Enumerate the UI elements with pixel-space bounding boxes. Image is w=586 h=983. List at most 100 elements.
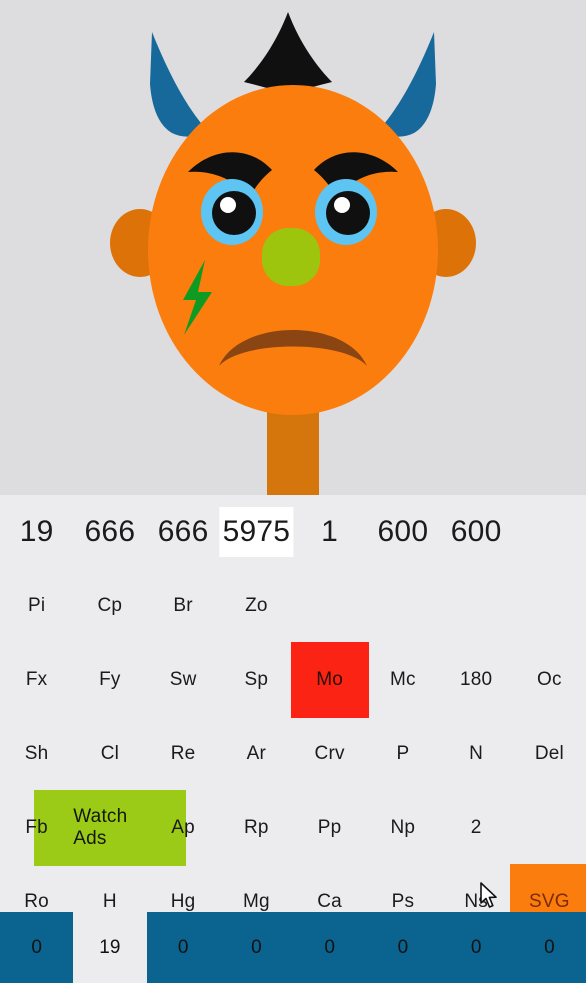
stat-cell-2[interactable]: 666 xyxy=(147,495,220,569)
monster-horn-right xyxy=(378,32,436,137)
counter-value-0: 0 xyxy=(31,936,42,958)
monster-center-horn-icon xyxy=(244,12,332,96)
key-label-h: H xyxy=(102,891,117,912)
counter-value-3: 0 xyxy=(251,936,262,958)
key-label-br: Br xyxy=(173,595,193,616)
key-label-ar: Ar xyxy=(246,743,267,764)
key-label-sp: Sp xyxy=(244,669,269,690)
key-np[interactable]: Np xyxy=(366,791,439,865)
key-2[interactable]: 2 xyxy=(440,791,513,865)
key-zo[interactable]: Zo xyxy=(220,569,293,643)
key-ap[interactable]: Ap xyxy=(147,791,220,865)
key-label-pp: Pp xyxy=(317,817,342,838)
key-label-mg: Mg xyxy=(242,891,270,912)
stat-label-0: 19 xyxy=(19,515,54,548)
stat-cell-score[interactable]: 5975 xyxy=(219,495,293,569)
key-empty-4-7 xyxy=(513,791,586,865)
key-label-pi: Pi xyxy=(27,595,46,616)
counter-cell-4[interactable]: 0 xyxy=(293,912,367,983)
key-label-np: Np xyxy=(390,817,416,838)
counter-cell-1[interactable]: 19 xyxy=(73,912,147,983)
key-label-n: N xyxy=(469,743,484,764)
key-label-cl: Cl xyxy=(100,743,120,764)
keypad-row-fb: Fb Watch Ads Ap Rp Pp Np 2 xyxy=(0,790,586,866)
key-label-re: Re xyxy=(170,743,196,764)
key-label-cp: Cp xyxy=(97,595,123,616)
key-label-180: 180 xyxy=(459,669,493,690)
counter-cell-5[interactable]: 0 xyxy=(366,912,440,983)
key-180[interactable]: 180 xyxy=(440,643,513,717)
key-ar[interactable]: Ar xyxy=(220,717,293,791)
key-cl[interactable]: Cl xyxy=(73,717,146,791)
stat-cell-0[interactable]: 19 xyxy=(0,495,73,569)
stat-cell-1[interactable]: 666 xyxy=(73,495,146,569)
key-label-fx: Fx xyxy=(25,669,48,690)
key-label-mo: Mo xyxy=(316,669,344,690)
counter-cell-6[interactable]: 0 xyxy=(439,912,513,983)
key-n[interactable]: N xyxy=(440,717,513,791)
counter-value-7: 0 xyxy=(544,936,555,958)
monster-avatar[interactable] xyxy=(0,0,586,497)
key-label-ca: Ca xyxy=(317,891,342,912)
stat-label-2: 666 xyxy=(157,515,209,548)
key-label-ro: Ro xyxy=(24,891,49,912)
stat-cell-6[interactable]: 600 xyxy=(440,495,513,569)
key-oc[interactable]: Oc xyxy=(513,643,586,717)
key-mc[interactable]: Mc xyxy=(366,643,439,717)
key-sp[interactable]: Sp xyxy=(220,643,293,717)
key-label-fb: Fb xyxy=(25,817,48,838)
counter-value-5: 0 xyxy=(397,936,409,958)
keypad-row-fx: Fx Fy Sw Sp Mo Mc 180 Oc xyxy=(0,642,586,718)
monster-horn-left xyxy=(150,32,208,137)
key-rp[interactable]: Rp xyxy=(220,791,293,865)
counter-cell-2[interactable]: 0 xyxy=(146,912,220,983)
counter-value-6: 0 xyxy=(470,936,482,958)
key-sw[interactable]: Sw xyxy=(147,643,220,717)
key-pp[interactable]: Pp xyxy=(293,791,366,865)
counter-cell-0[interactable]: 0 xyxy=(0,912,74,983)
counter-cell-3[interactable]: 0 xyxy=(219,912,293,983)
watch-ads-label: Watch Ads xyxy=(73,806,128,849)
key-label-crv: Crv xyxy=(314,743,345,764)
stat-label-6: 600 xyxy=(450,515,502,548)
stat-label-5: 600 xyxy=(377,515,429,548)
key-label-del: Del xyxy=(534,743,564,764)
stat-label-1: 666 xyxy=(84,515,136,548)
key-pi[interactable]: Pi xyxy=(0,569,73,643)
key-br[interactable]: Br xyxy=(147,569,220,643)
key-empty-1-4 xyxy=(293,569,366,643)
counter-value-2: 0 xyxy=(177,936,189,958)
key-re[interactable]: Re xyxy=(147,717,220,791)
key-label-ap: Ap xyxy=(171,817,195,838)
key-fx[interactable]: Fx xyxy=(0,643,73,717)
counter-cell-7[interactable]: 0 xyxy=(512,912,586,983)
key-fy[interactable]: Fy xyxy=(73,643,146,717)
monster-eye-highlight-left xyxy=(220,197,236,213)
key-label-sh: Sh xyxy=(24,743,49,764)
key-empty-1-6 xyxy=(440,569,513,643)
key-p[interactable]: P xyxy=(366,717,439,791)
svg-label: SVG xyxy=(529,891,570,912)
key-sh[interactable]: Sh xyxy=(0,717,73,791)
stat-cell-7[interactable] xyxy=(513,495,586,569)
monster-nose xyxy=(262,228,320,286)
key-del[interactable]: Del xyxy=(513,717,586,791)
watch-ads-button[interactable]: Watch Ads xyxy=(33,790,186,866)
key-label-zo: Zo xyxy=(245,595,268,616)
stat-cell-5[interactable]: 600 xyxy=(366,495,439,569)
counter-value-1: 19 xyxy=(99,936,121,958)
monster-pupil-left xyxy=(212,191,256,235)
counter-value-4: 0 xyxy=(324,936,335,958)
stat-cell-4[interactable]: 1 xyxy=(293,495,366,569)
key-label-mc: Mc xyxy=(390,669,416,690)
monster-stage[interactable] xyxy=(0,0,586,497)
key-mo[interactable]: Mo xyxy=(290,642,369,718)
key-label-2: 2 xyxy=(470,817,482,838)
key-cp[interactable]: Cp xyxy=(73,569,146,643)
stat-label-4: 1 xyxy=(321,515,339,548)
counter-bar: 0 19 0 0 0 0 0 0 xyxy=(0,912,586,983)
score-value: 5975 xyxy=(222,515,291,548)
key-crv[interactable]: Crv xyxy=(293,717,366,791)
monster-pupil-right xyxy=(326,191,370,235)
key-label-p: P xyxy=(396,743,410,764)
